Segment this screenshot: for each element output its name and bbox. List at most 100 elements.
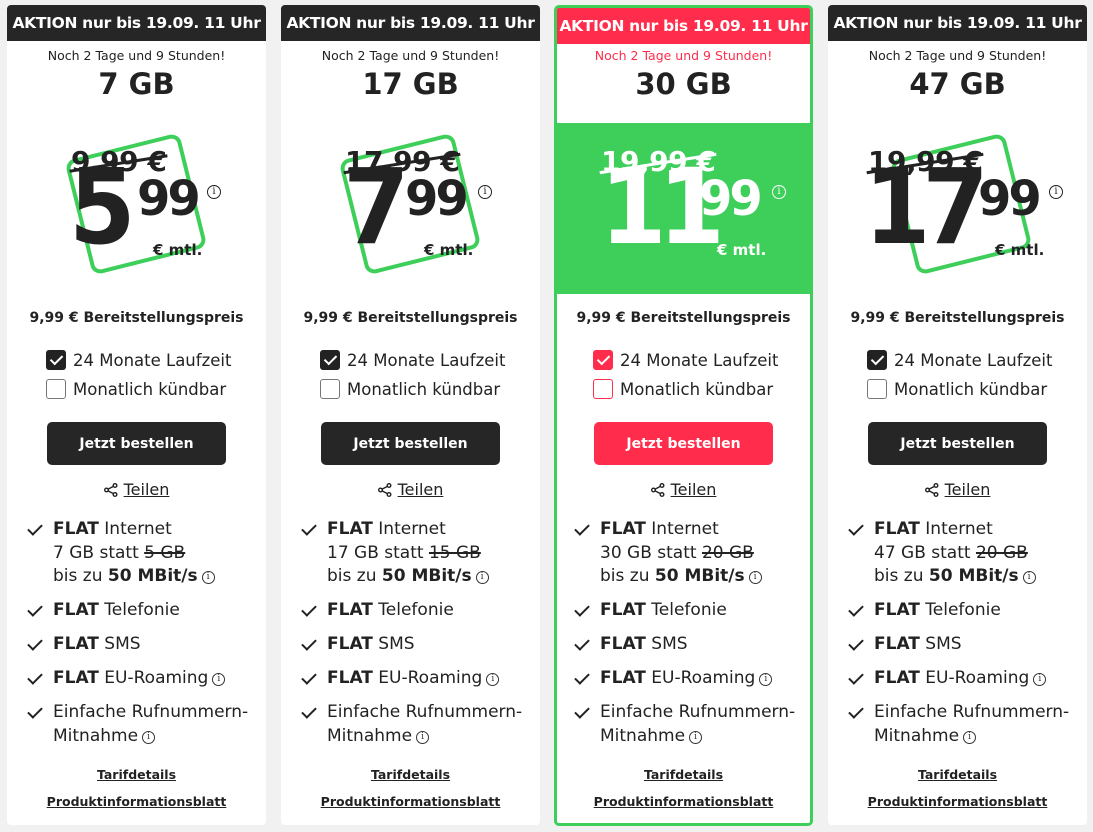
tariff-details-link[interactable]: Tarifdetails — [7, 767, 266, 782]
info-icon[interactable]: i — [759, 673, 773, 686]
countdown-text: Noch 2 Tage und 9 Stunden! — [321, 48, 500, 63]
tariff-card: AKTION nur bis 19.09. 11 Uhr Noch 2 Tage … — [281, 5, 540, 825]
previous-volume: 20 GB — [701, 542, 754, 563]
promo-banner: AKTION nur bis 19.09. 11 Uhr — [557, 8, 810, 44]
data-volume: 7 GB — [98, 67, 175, 101]
share-label: Teilen — [944, 480, 991, 499]
term-monthly-checkbox[interactable] — [320, 379, 340, 399]
term-24-option[interactable]: 24 Monate Laufzeit — [46, 350, 231, 370]
order-button[interactable]: Jetzt bestellen — [594, 422, 773, 465]
term-24-option[interactable]: 24 Monate Laufzeit — [320, 350, 505, 370]
info-icon[interactable]: i — [201, 571, 215, 584]
promo-deadline: nur bis 19.09. 11 Uhr — [356, 14, 535, 32]
tariff-details-link[interactable]: Tarifdetails — [557, 767, 810, 782]
term-monthly-label: Monatlich kündbar — [73, 379, 227, 399]
feature-telefonie: FLAT Telefonie — [301, 599, 454, 623]
info-icon[interactable]: i — [142, 730, 156, 744]
promo-label: AKTION — [12, 14, 78, 32]
price-euros: 17 — [864, 146, 989, 268]
info-icon[interactable]: i — [486, 673, 500, 686]
info-icon[interactable]: i — [963, 730, 977, 744]
per-month-label: € mtl. — [995, 241, 1045, 259]
check-icon — [848, 599, 866, 622]
tariff-card-highlighted: AKTION nur bis 19.09. 11 Uhr Noch 2 Tage … — [554, 5, 813, 826]
feature-sms: FLAT SMS — [848, 633, 962, 657]
info-icon[interactable]: i — [748, 571, 762, 584]
term-monthly-label: Monatlich kündbar — [894, 379, 1048, 399]
term-24-checkbox[interactable] — [867, 350, 887, 370]
promo-banner: AKTION nur bis 19.09. 11 Uhr — [7, 5, 266, 41]
feature-number-porting: Einfache Rufnummern- Mitnahme i — [848, 701, 1069, 748]
term-monthly-checkbox[interactable] — [46, 379, 66, 399]
term-monthly-option[interactable]: Monatlich kündbar — [867, 379, 1047, 399]
tariff-details-link[interactable]: Tarifdetails — [828, 767, 1087, 782]
tariff-card: AKTION nur bis 19.09. 11 Uhr Noch 2 Tage … — [7, 5, 266, 825]
term-24-checkbox[interactable] — [320, 350, 340, 370]
term-24-label: 24 Monate Laufzeit — [73, 350, 232, 370]
order-button[interactable]: Jetzt bestellen — [321, 422, 500, 465]
share-link[interactable]: Teilen — [828, 480, 1087, 499]
price-euros: 5 — [69, 146, 136, 268]
tariff-details-link[interactable]: Tarifdetails — [281, 767, 540, 782]
check-icon — [27, 633, 45, 656]
setup-fee: 9,99 € Bereitstellungspreis — [29, 310, 244, 326]
check-icon — [27, 667, 45, 690]
term-24-checkbox[interactable] — [46, 350, 66, 370]
info-icon[interactable]: i — [1049, 185, 1063, 199]
term-monthly-checkbox[interactable] — [867, 379, 887, 399]
check-icon — [27, 701, 45, 724]
term-monthly-option[interactable]: Monatlich kündbar — [593, 379, 773, 399]
share-link[interactable]: Teilen — [557, 480, 810, 499]
tariff-cards: AKTION nur bis 19.09. 11 Uhr Noch 2 Tage … — [0, 0, 1093, 832]
price-block: 19,99 € 11 99 i € mtl. — [557, 133, 810, 283]
share-icon — [377, 482, 392, 497]
info-icon[interactable]: i — [1033, 673, 1047, 686]
term-monthly-option[interactable]: Monatlich kündbar — [46, 379, 226, 399]
info-icon[interactable]: i — [416, 730, 430, 744]
promo-banner: AKTION nur bis 19.09. 11 Uhr — [281, 5, 540, 41]
term-monthly-label: Monatlich kündbar — [347, 379, 501, 399]
check-icon — [301, 633, 319, 656]
order-button[interactable]: Jetzt bestellen — [868, 422, 1047, 465]
price-cents: 99 — [978, 171, 1042, 227]
previous-volume: 15 GB — [428, 542, 481, 563]
term-24-checkbox[interactable] — [593, 350, 613, 370]
feature-number-porting: Einfache Rufnummern- Mitnahme i — [27, 701, 248, 748]
check-icon — [301, 667, 319, 690]
share-link[interactable]: Teilen — [281, 480, 540, 499]
info-icon[interactable]: i — [212, 673, 226, 686]
check-icon — [574, 701, 592, 724]
data-volume: 47 GB — [909, 67, 1006, 101]
previous-volume: 5 GB — [144, 542, 186, 563]
term-monthly-option[interactable]: Monatlich kündbar — [320, 379, 500, 399]
share-icon — [103, 482, 118, 497]
check-icon — [27, 599, 45, 622]
check-icon — [848, 633, 866, 656]
term-monthly-checkbox[interactable] — [593, 379, 613, 399]
feature-internet: FLAT Internet 7 GB statt 5 GB bis zu 50 MB… — [27, 518, 215, 589]
product-info-link[interactable]: Produktinformationsblatt — [281, 794, 540, 809]
info-icon[interactable]: i — [772, 185, 786, 199]
promo-label: AKTION — [559, 17, 625, 35]
feature-roaming: FLAT EU-Roaming i — [574, 667, 773, 691]
info-icon[interactable]: i — [207, 185, 221, 199]
feature-roaming: FLAT EU-Roaming i — [301, 667, 500, 691]
product-info-link[interactable]: Produktinformationsblatt — [828, 794, 1087, 809]
data-volume: 30 GB — [635, 67, 732, 101]
check-icon — [848, 701, 866, 724]
product-info-link[interactable]: Produktinformationsblatt — [557, 794, 810, 809]
info-icon[interactable]: i — [478, 185, 492, 199]
feature-internet: FLAT Internet 47 GB statt 20 GB bis zu 50 … — [848, 518, 1036, 589]
term-24-option[interactable]: 24 Monate Laufzeit — [593, 350, 778, 370]
order-button[interactable]: Jetzt bestellen — [47, 422, 226, 465]
share-icon — [924, 482, 939, 497]
share-link[interactable]: Teilen — [7, 480, 266, 499]
term-24-option[interactable]: 24 Monate Laufzeit — [867, 350, 1052, 370]
info-icon[interactable]: i — [475, 571, 489, 584]
promo-banner: AKTION nur bis 19.09. 11 Uhr — [828, 5, 1087, 41]
info-icon[interactable]: i — [1022, 571, 1036, 584]
info-icon[interactable]: i — [689, 730, 703, 744]
product-info-link[interactable]: Produktinformationsblatt — [7, 794, 266, 809]
term-monthly-label: Monatlich kündbar — [620, 379, 774, 399]
countdown-text: Noch 2 Tage und 9 Stunden! — [594, 48, 773, 63]
